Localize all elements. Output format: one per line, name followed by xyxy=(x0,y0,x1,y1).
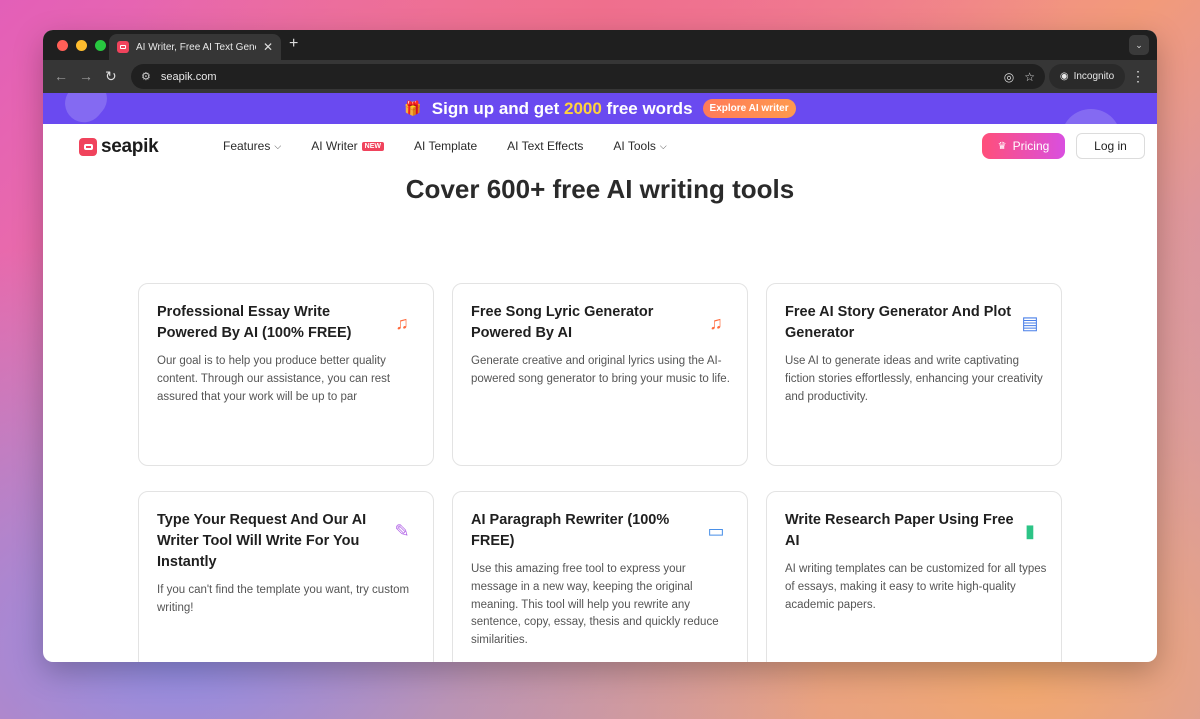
tool-card[interactable]: Type Your Request And Our AI Writer Tool… xyxy=(138,491,434,662)
incognito-indicator[interactable]: ◉ Incognito xyxy=(1049,64,1125,89)
chevron-down-icon: ⌵ xyxy=(659,140,667,151)
banner-decoration xyxy=(1061,109,1121,124)
pen-document-icon: ✎ xyxy=(394,520,410,541)
logo-icon xyxy=(79,138,97,156)
back-arrow-icon[interactable]: ← xyxy=(54,68,68,84)
card-description: Our goal is to help you produce better q… xyxy=(157,355,391,403)
tab-strip: AI Writer, Free AI Text Genera ✕ + ⌄ xyxy=(43,30,1157,60)
promo-banner: 🎁 Sign up and get 2000 free words Explor… xyxy=(43,93,1157,124)
incognito-icon: ◉ xyxy=(1059,71,1069,82)
browser-toolbar: ← → ↻ ⚙ seapik.com ◎ ☆ ◉ Incognito ⋮ xyxy=(43,60,1157,93)
tool-card[interactable]: Write Research Paper Using Free AI AI wr… xyxy=(766,491,1062,662)
card-title: Type Your Request And Our AI Writer Tool… xyxy=(157,512,367,570)
card-description: Use this amazing free tool to express yo… xyxy=(471,563,719,647)
main-nav: Features ⌵ AI Writer NEW AI Template AI Te… xyxy=(223,139,667,153)
minimize-window-button[interactable] xyxy=(76,40,87,51)
seapik-logo[interactable]: seapik xyxy=(79,136,159,158)
gift-icon: 🎁 xyxy=(404,100,422,116)
browser-tab[interactable]: AI Writer, Free AI Text Genera ✕ xyxy=(109,34,281,60)
site-settings-icon[interactable]: ⚙ xyxy=(141,70,151,83)
browser-menu-icon[interactable]: ⋮ xyxy=(1131,68,1145,85)
document-star-icon: ▮ xyxy=(1025,520,1035,541)
crown-icon: ♛ xyxy=(997,140,1007,152)
eye-slash-icon[interactable]: ◎ xyxy=(1004,70,1014,84)
open-book-icon: ▤ xyxy=(1021,312,1039,333)
tab-title: AI Writer, Free AI Text Genera xyxy=(136,41,256,53)
card-description: Use AI to generate ideas and write capti… xyxy=(785,355,1043,403)
browser-window: AI Writer, Free AI Text Genera ✕ + ⌄ ← →… xyxy=(43,30,1157,662)
banner-decoration xyxy=(57,93,115,124)
card-title: Free Song Lyric Generator Powered By AI xyxy=(471,304,654,341)
close-window-button[interactable] xyxy=(57,40,68,51)
site-header: seapik Features ⌵ AI Writer NEW AI Templat… xyxy=(43,124,1157,169)
window-controls xyxy=(57,40,106,51)
nav-ai-text-effects[interactable]: AI Text Effects xyxy=(507,139,583,153)
reload-icon[interactable]: ↻ xyxy=(105,68,117,85)
maximize-window-button[interactable] xyxy=(95,40,106,51)
close-tab-icon[interactable]: ✕ xyxy=(263,40,273,54)
bookmark-star-icon[interactable]: ☆ xyxy=(1024,70,1035,84)
card-title: Write Research Paper Using Free AI xyxy=(785,512,1014,549)
nav-ai-writer[interactable]: AI Writer NEW xyxy=(311,139,384,153)
banner-headline: Sign up and get 2000 free words xyxy=(431,98,693,118)
login-button[interactable]: Log in xyxy=(1076,133,1145,159)
card-title: AI Paragraph Rewriter (100% FREE) xyxy=(471,512,670,549)
address-bar[interactable]: ⚙ seapik.com ◎ ☆ xyxy=(131,64,1045,89)
forward-arrow-icon[interactable]: → xyxy=(79,68,93,84)
favicon-icon xyxy=(117,41,129,53)
card-title: Professional Essay Write Powered By AI (… xyxy=(157,304,352,341)
chevron-down-icon: ⌵ xyxy=(274,140,282,151)
tab-search-chevron-icon[interactable]: ⌄ xyxy=(1129,35,1149,55)
tool-card[interactable]: AI Paragraph Rewriter (100% FREE) Use th… xyxy=(452,491,748,662)
tool-card[interactable]: Free Song Lyric Generator Powered By AI … xyxy=(452,283,748,466)
incognito-label: Incognito xyxy=(1073,71,1115,82)
pricing-button[interactable]: ♛ Pricing xyxy=(982,133,1065,159)
nav-ai-template[interactable]: AI Template xyxy=(414,139,477,153)
nav-features[interactable]: Features ⌵ xyxy=(223,139,281,153)
card-description: If you can't find the template you want,… xyxy=(157,584,410,614)
card-description: Generate creative and original lyrics us… xyxy=(471,355,730,385)
tool-card[interactable]: Professional Essay Write Powered By AI (… xyxy=(138,283,434,466)
music-note-icon: ♫ xyxy=(395,312,409,333)
url-text: seapik.com xyxy=(160,70,217,83)
new-tab-icon[interactable]: + xyxy=(289,35,298,53)
music-note-icon: ♫ xyxy=(709,312,723,333)
card-description: AI writing templates can be customized f… xyxy=(785,563,1047,611)
new-badge: NEW xyxy=(361,141,384,151)
edit-card-icon: ▭ xyxy=(707,520,725,541)
nav-ai-tools[interactable]: AI Tools ⌵ xyxy=(613,139,666,153)
card-title: Free AI Story Generator And Plot Generat… xyxy=(785,304,1012,341)
explore-ai-writer-button[interactable]: Explore AI writer xyxy=(702,99,796,118)
tool-card[interactable]: Free AI Story Generator And Plot Generat… xyxy=(766,283,1062,466)
page-title: Cover 600+ free AI writing tools xyxy=(405,174,795,204)
